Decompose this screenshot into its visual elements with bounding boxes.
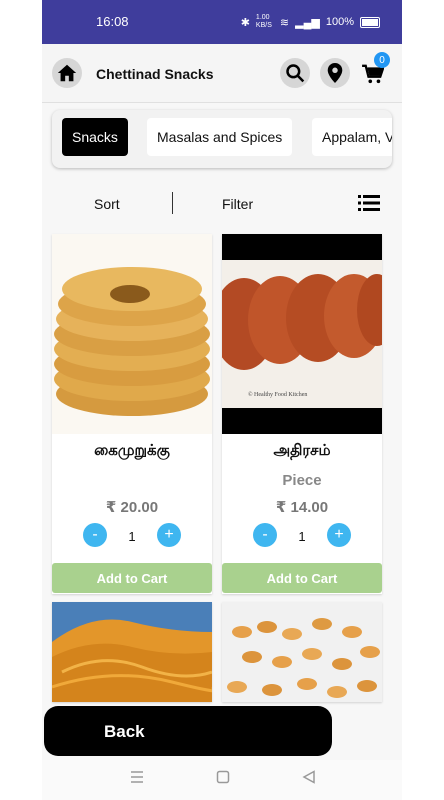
search-button[interactable] [280, 58, 310, 88]
product-card[interactable]: கைமுறுக்கு ₹ 20.00 - 1 + Add to Cart [52, 234, 212, 594]
sev-illustration [52, 602, 212, 702]
plus-icon: + [334, 526, 344, 543]
home-icon [57, 64, 77, 82]
decrease-quantity-button[interactable]: - [253, 523, 277, 547]
add-to-cart-button[interactable]: Add to Cart [222, 563, 382, 593]
product-unit: Piece [282, 472, 322, 489]
athirasam-illustration [222, 234, 382, 434]
list-view-icon[interactable] [358, 194, 380, 212]
product-name: அதிரசம் [273, 442, 331, 459]
home-button[interactable] [52, 58, 82, 88]
system-navigation-bar [42, 760, 402, 800]
category-tabs: Snacks Masalas and Spices Appalam, V [52, 110, 392, 168]
plus-icon: + [164, 526, 174, 543]
battery-icon [360, 16, 380, 28]
quantity-value: 1 [128, 529, 136, 544]
product-image-athirasam[interactable]: © Healthy Food Kitchen [222, 234, 382, 434]
back-button-label: Back [104, 722, 145, 741]
app-bar: Chettinad Snacks 0 [42, 44, 402, 103]
home-nav-icon[interactable] [216, 770, 230, 784]
tab-snacks[interactable]: Snacks [62, 118, 128, 156]
increase-quantity-button[interactable]: + [327, 523, 351, 547]
status-bar: 16:08 ✱ 1.00 KB/S ≋ ▂▄▆ 100% [42, 0, 402, 44]
increase-quantity-button[interactable]: + [157, 523, 181, 547]
back-nav-icon[interactable] [302, 770, 316, 784]
battery-percent: 100% [325, 16, 354, 28]
app-title: Chettinad Snacks [96, 66, 214, 82]
wifi-icon: ≋ [279, 16, 290, 29]
quantity-value: 1 [298, 529, 306, 544]
minus-icon: - [262, 526, 268, 543]
image-watermark: © Healthy Food Kitchen [248, 392, 308, 398]
product-card[interactable]: © Healthy Food Kitchen அதிரசம் Piece ₹ 1… [222, 234, 382, 594]
search-icon [286, 64, 305, 83]
boondi-illustration [222, 602, 382, 702]
product-image-kai-murukku[interactable] [52, 234, 212, 434]
status-time: 16:08 [96, 14, 129, 29]
minus-icon: - [92, 526, 98, 543]
menu-nav-icon[interactable] [130, 770, 144, 784]
product-image-sev[interactable] [52, 602, 212, 702]
divider [172, 192, 173, 214]
product-card[interactable] [222, 602, 382, 702]
murukku-illustration [52, 234, 212, 434]
decrease-quantity-button[interactable]: - [83, 523, 107, 547]
cart-count-badge: 0 [374, 52, 390, 68]
bluetooth-icon: ✱ [240, 16, 250, 29]
product-name: கைமுறுக்கு [94, 442, 170, 459]
product-card[interactable] [52, 602, 212, 702]
tab-appalam[interactable]: Appalam, V [312, 118, 392, 156]
signal-icon: ▂▄▆ [295, 16, 320, 29]
sort-button[interactable]: Sort [94, 196, 120, 212]
location-pin-icon [327, 63, 343, 83]
filter-button[interactable]: Filter [222, 196, 253, 212]
product-price: ₹ 14.00 [275, 499, 329, 516]
location-button[interactable] [320, 58, 350, 88]
sort-filter-bar: Sort Filter [42, 186, 402, 222]
network-speed: 1.00 KB/S [255, 14, 272, 29]
product-image-boondi[interactable] [222, 602, 382, 702]
back-button[interactable]: Back [44, 706, 332, 756]
phone-screen: 16:08 ✱ 1.00 KB/S ≋ ▂▄▆ 100% Chettinad S… [42, 0, 402, 800]
status-icons: ✱ 1.00 KB/S ≋ ▂▄▆ 100% [241, 14, 380, 30]
product-price: ₹ 20.00 [105, 499, 159, 516]
add-to-cart-button[interactable]: Add to Cart [52, 563, 212, 593]
tab-masalas-and-spices[interactable]: Masalas and Spices [147, 118, 293, 156]
